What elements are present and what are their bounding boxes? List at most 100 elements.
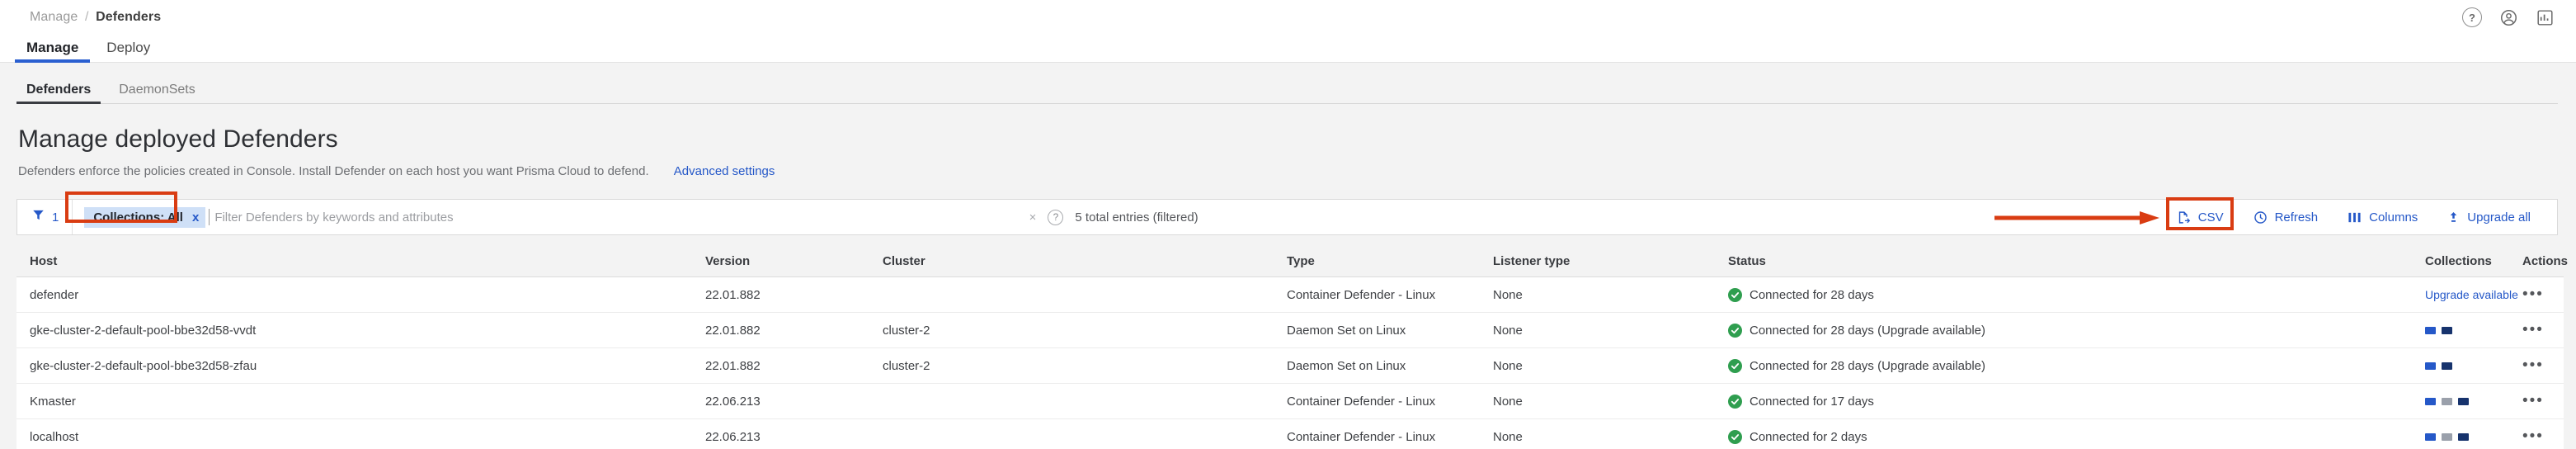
collection-bar-navy bbox=[2442, 327, 2452, 334]
close-icon[interactable]: x bbox=[192, 210, 199, 224]
cell-actions: ••• bbox=[2522, 419, 2564, 449]
cell-version: 22.01.882 bbox=[705, 313, 883, 348]
table-row[interactable]: Kmaster 22.06.213 Container Defender - L… bbox=[16, 384, 2564, 419]
row-actions-menu-icon[interactable]: ••• bbox=[2522, 321, 2544, 338]
page-description-row: Defenders enforce the policies created i… bbox=[18, 164, 2576, 178]
cell-collections bbox=[2425, 313, 2522, 348]
cell-version: 22.06.213 bbox=[705, 384, 883, 419]
status-text: Connected for 28 days bbox=[1750, 288, 1874, 302]
tab-manage[interactable]: Manage bbox=[15, 40, 90, 62]
table-row[interactable]: defender 22.01.882 Container Defender - … bbox=[16, 277, 2564, 313]
breadcrumb-parent[interactable]: Manage bbox=[30, 10, 78, 24]
arrow-pointing-to-csv bbox=[1994, 211, 2159, 224]
status-text: Connected for 28 days (Upgrade available… bbox=[1750, 359, 1985, 373]
csv-export-icon bbox=[2177, 210, 2191, 224]
collections-chip-label: Collections: All bbox=[93, 210, 183, 224]
filter-count-group[interactable]: 1 bbox=[17, 200, 73, 234]
collection-bar-blue bbox=[2425, 362, 2436, 370]
csv-export-button[interactable]: CSV bbox=[2162, 200, 2239, 234]
refresh-button[interactable]: Refresh bbox=[2239, 200, 2333, 234]
cell-listener-type: None bbox=[1493, 384, 1728, 419]
column-header-type[interactable]: Type bbox=[1287, 247, 1493, 277]
filter-toolbar: 1 Collections: All x × ? 5 total entries… bbox=[16, 199, 2558, 235]
cell-listener-type: None bbox=[1493, 348, 1728, 384]
cell-cluster: cluster-2 bbox=[883, 348, 1287, 384]
cell-host: gke-cluster-2-default-pool-bbe32d58-zfau bbox=[16, 348, 705, 384]
row-actions-menu-icon[interactable]: ••• bbox=[2522, 392, 2544, 409]
funnel-icon bbox=[32, 209, 45, 225]
breadcrumb-separator: / bbox=[85, 10, 89, 24]
cell-status: Connected for 2 days bbox=[1728, 419, 2425, 449]
cell-listener-type: None bbox=[1493, 419, 1728, 449]
cell-listener-type: None bbox=[1493, 277, 1728, 313]
defenders-table: Host Version Cluster Type Listener type … bbox=[16, 247, 2558, 449]
top-bar: Manage / Defenders ? bbox=[0, 0, 2576, 35]
status-text: Connected for 28 days (Upgrade available… bbox=[1750, 324, 1985, 338]
table-row[interactable]: localhost 22.06.213 Container Defender -… bbox=[16, 419, 2564, 449]
cell-listener-type: None bbox=[1493, 313, 1728, 348]
page-heading-block: Manage deployed Defenders Defenders enfo… bbox=[0, 104, 2576, 178]
cell-type: Container Defender - Linux bbox=[1287, 277, 1493, 313]
total-entries-label: 5 total entries (filtered) bbox=[1075, 210, 1198, 224]
cell-host: localhost bbox=[16, 419, 705, 449]
cell-status: Connected for 28 days (Upgrade available… bbox=[1728, 313, 2425, 348]
cell-version: 22.01.882 bbox=[705, 277, 883, 313]
page-body: Defenders DaemonSets Manage deployed Def… bbox=[0, 63, 2576, 449]
collection-bar-blue bbox=[2425, 327, 2436, 334]
cell-status: Connected for 28 days (Upgrade available… bbox=[1728, 348, 2425, 384]
cell-collections: Upgrade available bbox=[2425, 277, 2522, 313]
advanced-settings-link[interactable]: Advanced settings bbox=[674, 164, 775, 178]
help-icon[interactable]: ? bbox=[2462, 7, 2482, 27]
primary-tab-bar: Manage Deploy bbox=[0, 35, 2576, 63]
row-actions-menu-icon[interactable]: ••• bbox=[2522, 428, 2544, 445]
search-input[interactable] bbox=[214, 200, 1017, 234]
csv-export-label: CSV bbox=[2198, 210, 2224, 224]
upgrade-all-label: Upgrade all bbox=[2467, 210, 2531, 224]
column-header-host[interactable]: Host bbox=[16, 247, 705, 277]
column-header-listener-type[interactable]: Listener type bbox=[1493, 247, 1728, 277]
user-icon[interactable] bbox=[2498, 7, 2518, 27]
row-actions-menu-icon[interactable]: ••• bbox=[2522, 357, 2544, 374]
collection-bar-blue bbox=[2425, 433, 2436, 441]
cell-actions: ••• bbox=[2522, 348, 2564, 384]
collection-bar-navy bbox=[2442, 362, 2452, 370]
collection-bar-blue bbox=[2425, 398, 2436, 405]
reports-chart-icon[interactable] bbox=[2535, 7, 2555, 27]
sub-tab-bar: Defenders DaemonSets bbox=[0, 63, 2576, 104]
cell-collections bbox=[2425, 419, 2522, 449]
table-row[interactable]: gke-cluster-2-default-pool-bbe32d58-zfau… bbox=[16, 348, 2564, 384]
cell-collections bbox=[2425, 384, 2522, 419]
column-header-cluster[interactable]: Cluster bbox=[883, 247, 1287, 277]
collection-bar-navy bbox=[2458, 433, 2469, 441]
column-header-actions[interactable]: Actions bbox=[2522, 247, 2564, 277]
cell-host: defender bbox=[16, 277, 705, 313]
upgrade-all-button[interactable]: Upgrade all bbox=[2432, 200, 2545, 234]
status-ok-icon bbox=[1728, 288, 1742, 302]
cell-version: 22.06.213 bbox=[705, 419, 883, 449]
upgrade-available-link[interactable]: Upgrade available bbox=[2425, 288, 2518, 301]
cell-cluster bbox=[883, 419, 1287, 449]
subtab-defenders[interactable]: Defenders bbox=[16, 83, 101, 104]
refresh-icon bbox=[2253, 210, 2268, 224]
column-header-version[interactable]: Version bbox=[705, 247, 883, 277]
column-header-status[interactable]: Status bbox=[1728, 247, 2425, 277]
filter-help-icon[interactable]: ? bbox=[1048, 210, 1063, 225]
cell-type: Container Defender - Linux bbox=[1287, 384, 1493, 419]
tab-deploy-label: Deploy bbox=[106, 40, 150, 55]
collections-filter-chip[interactable]: Collections: All x bbox=[84, 207, 205, 228]
clear-filters-icon[interactable]: × bbox=[1018, 210, 1048, 224]
cell-actions: ••• bbox=[2522, 277, 2564, 313]
table-row[interactable]: gke-cluster-2-default-pool-bbe32d58-vvdt… bbox=[16, 313, 2564, 348]
column-header-collections[interactable]: Collections bbox=[2425, 247, 2522, 277]
status-text: Connected for 17 days bbox=[1750, 395, 1874, 409]
row-actions-menu-icon[interactable]: ••• bbox=[2522, 286, 2544, 303]
cell-status: Connected for 17 days bbox=[1728, 384, 2425, 419]
status-ok-icon bbox=[1728, 324, 1742, 338]
columns-icon bbox=[2348, 210, 2362, 224]
subtab-daemonsets[interactable]: DaemonSets bbox=[109, 83, 205, 104]
columns-button[interactable]: Columns bbox=[2333, 200, 2432, 234]
cell-cluster: cluster-2 bbox=[883, 313, 1287, 348]
upgrade-arrow-icon bbox=[2447, 210, 2460, 224]
columns-label: Columns bbox=[2369, 210, 2418, 224]
tab-deploy[interactable]: Deploy bbox=[95, 40, 162, 62]
